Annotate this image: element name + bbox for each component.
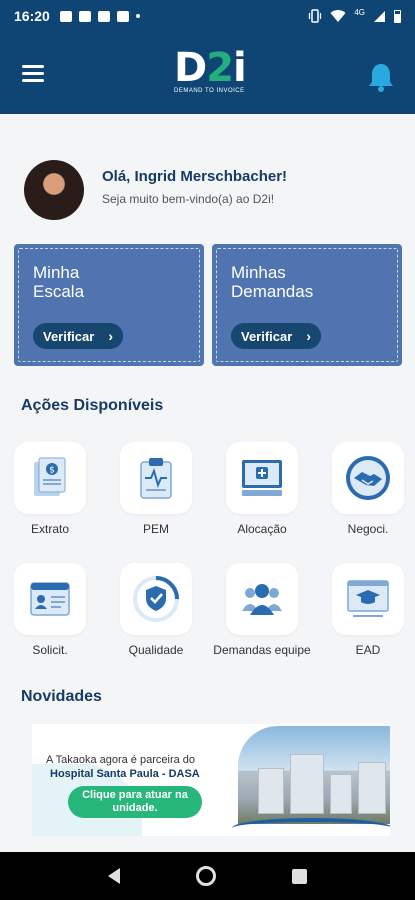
building: [358, 762, 386, 814]
action-tile: [14, 563, 86, 635]
teams-icon: [78, 10, 91, 22]
app-logo: D2i DEMAND TO INVOICE: [174, 45, 247, 100]
card-frame: Minhas Demandas Verificar ›: [216, 248, 398, 362]
clipboard-heartbeat-icon: [140, 458, 172, 499]
news-title: Novidades: [21, 688, 102, 705]
building: [330, 774, 352, 814]
action-alocacao[interactable]: Alocação: [212, 442, 302, 552]
logo-mark: D2i: [174, 45, 247, 91]
avatar[interactable]: [24, 160, 84, 220]
teams-icon: [59, 10, 72, 22]
action-label: Demandas equipe: [213, 643, 311, 657]
news-banner[interactable]: A Takaoka agora é parceira do Hospital S…: [32, 724, 390, 836]
network-type: 4G: [354, 7, 365, 17]
action-label: EAD: [355, 643, 381, 657]
system-navigation-bar: [0, 852, 415, 900]
menu-button[interactable]: [22, 65, 44, 82]
banner-hospital-name: Hospital Santa Paula - DASA: [50, 768, 200, 780]
monitor-plus-icon: [242, 460, 282, 496]
greeting-subtitle: Seja muito bem-vindo(a) ao D2i!: [102, 192, 275, 206]
recents-icon[interactable]: [292, 868, 307, 884]
action-demandas-equipe[interactable]: Demandas equipe: [212, 563, 311, 673]
banner-text: A Takaoka agora é parceira do: [46, 754, 196, 766]
svg-text:$: $: [49, 466, 55, 476]
action-tile: [332, 442, 404, 514]
chevron-right-icon: ›: [306, 328, 311, 344]
vibrate-icon: [309, 9, 322, 23]
graduation-monitor-icon: [347, 580, 389, 617]
menu-icon: [22, 65, 44, 68]
greeting-title: Olá, Ingrid Merschbacher!: [102, 168, 288, 185]
action-ead[interactable]: EAD: [318, 563, 408, 673]
team-icon: [242, 584, 282, 615]
action-tile: [226, 563, 298, 635]
action-solicit[interactable]: Solicit.: [0, 563, 90, 673]
signal-icon: [374, 10, 385, 22]
action-tile: [332, 563, 404, 635]
shield-check-icon: [133, 576, 179, 622]
notification-icons: [59, 10, 140, 22]
menu-icon-bar: [22, 72, 44, 75]
hospital-photo: [238, 726, 390, 824]
building: [290, 754, 324, 814]
bell-icon[interactable]: [367, 62, 395, 92]
card-title: Minhas Demandas: [231, 263, 314, 301]
action-label: Qualidade: [128, 643, 184, 657]
actions-title: Ações Disponíveis: [21, 397, 164, 414]
action-pem[interactable]: PEM: [106, 442, 196, 552]
action-extrato[interactable]: $ Extrato: [0, 442, 90, 552]
logo-tagline: DEMAND TO INVOICE: [174, 88, 245, 94]
action-tile: [120, 442, 192, 514]
chevron-right-icon: ›: [108, 328, 113, 344]
action-tile: $: [14, 442, 86, 514]
card-frame: Minha Escala Verificar ›: [18, 248, 200, 362]
action-negoci[interactable]: Negoci.: [318, 442, 408, 552]
status-time: 16:20: [14, 8, 50, 24]
logo-accent: 2: [206, 45, 234, 91]
id-card-icon: [30, 582, 70, 616]
verificar-demandas-button[interactable]: Verificar ›: [231, 323, 321, 349]
banner-arc: [232, 818, 390, 836]
card-minha-escala[interactable]: Minha Escala Verificar ›: [14, 244, 204, 366]
status-bar: 16:20 4G: [0, 0, 415, 32]
photo-icon: [116, 10, 129, 22]
button-label: Verificar: [43, 328, 95, 344]
more-notifications-icon: [135, 14, 140, 18]
card-minhas-demandas[interactable]: Minhas Demandas Verificar ›: [212, 244, 402, 366]
action-qualidade[interactable]: Qualidade: [106, 563, 196, 673]
mail-icon: [97, 10, 110, 22]
menu-icon-bar: [22, 79, 44, 82]
battery-icon: [394, 9, 401, 23]
document-money-icon: $: [34, 457, 66, 496]
building: [258, 768, 284, 814]
greeting-section: Olá, Ingrid Merschbacher! Seja muito bem…: [24, 158, 394, 222]
card-title: Minha Escala: [33, 263, 85, 301]
wifi-icon: [330, 9, 346, 22]
action-label: PEM: [142, 522, 169, 536]
action-label: Negoci.: [347, 522, 389, 536]
action-label: Extrato: [30, 522, 69, 536]
action-label: Solicit.: [32, 643, 68, 657]
home-icon[interactable]: [196, 866, 216, 886]
action-label: Alocação: [237, 522, 287, 536]
app-header: D2i DEMAND TO INVOICE: [0, 32, 415, 114]
action-tile: [226, 442, 298, 514]
handshake-icon: [346, 456, 390, 500]
action-tile: [120, 563, 192, 635]
back-icon[interactable]: [108, 868, 120, 884]
verificar-escala-button[interactable]: Verificar ›: [33, 323, 123, 349]
banner-cta-button[interactable]: Clique para atuar na unidade.: [68, 786, 202, 818]
system-icons: 4G: [308, 7, 401, 23]
button-label: Verificar: [241, 328, 293, 344]
